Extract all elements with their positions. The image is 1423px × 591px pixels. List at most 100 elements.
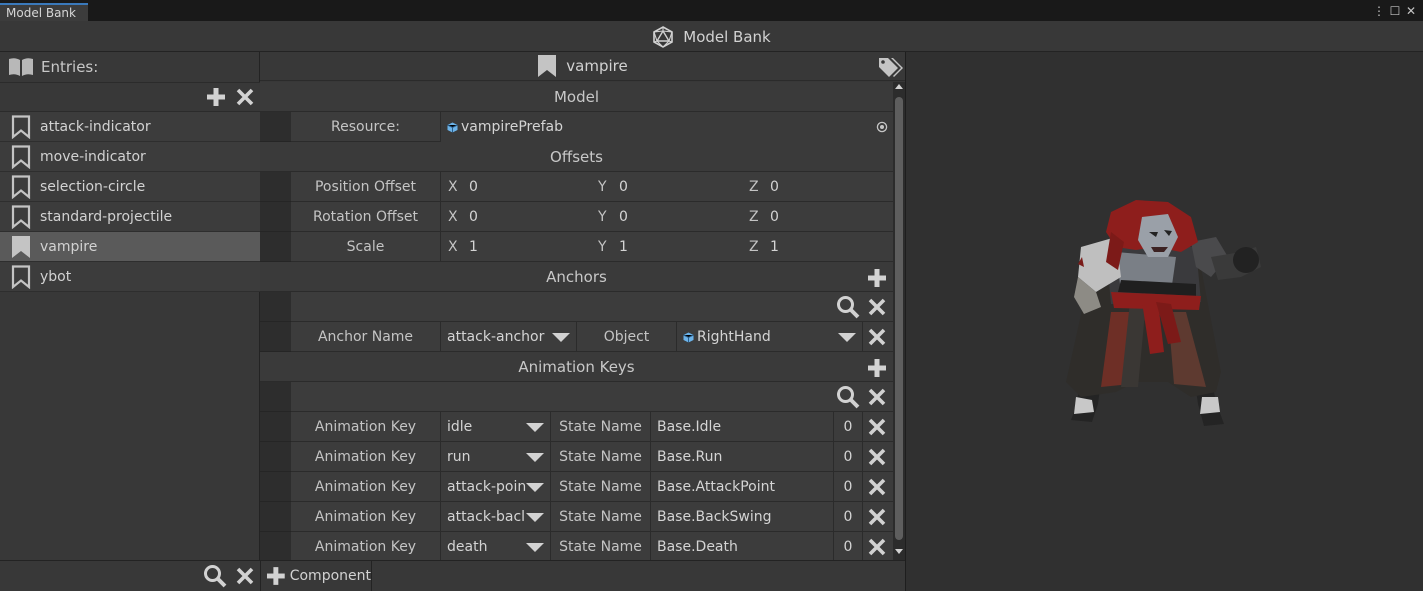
chevron-down-icon: [526, 543, 544, 552]
entry-label: attack-indicator: [40, 118, 151, 135]
axis-z-field[interactable]: 0: [770, 202, 880, 232]
entry-item[interactable]: ybot: [0, 262, 260, 292]
offset-row: Scale X 1 Y 1 Z 1: [291, 232, 893, 262]
search-entries-button[interactable]: [202, 564, 228, 588]
resource-row: Resource: vampirePrefab: [291, 112, 893, 142]
object-label: Object: [577, 322, 677, 352]
add-component-button[interactable]: Component: [262, 561, 372, 591]
animation-key-value: idle: [447, 419, 473, 435]
axis-y-field[interactable]: 1: [619, 232, 729, 262]
plus-icon: [266, 567, 285, 585]
remove-animation-key-button[interactable]: [866, 506, 888, 528]
title-text: Model Bank: [683, 27, 771, 46]
remove-animation-key-button[interactable]: [866, 416, 888, 438]
clear-anchors-button[interactable]: [866, 296, 888, 318]
axis-y-field[interactable]: 0: [619, 172, 729, 202]
window-tab[interactable]: Model Bank: [0, 3, 88, 21]
axis-x-field[interactable]: 1: [469, 232, 579, 262]
entry-item[interactable]: selection-circle: [0, 172, 260, 202]
clear-search-button[interactable]: [233, 565, 257, 587]
axis-y-field[interactable]: 0: [619, 202, 729, 232]
remove-animation-key-button[interactable]: [866, 536, 888, 558]
anchor-object-dropdown[interactable]: RightHand: [677, 322, 863, 352]
row-gutter: [260, 412, 291, 442]
animation-key-label: Animation Key: [291, 442, 441, 472]
state-name-label: State Name: [551, 532, 651, 562]
entry-label: ybot: [40, 268, 72, 285]
search-icon: [204, 565, 227, 588]
state-name-field[interactable]: Base.Death: [651, 532, 834, 562]
entries-header: Entries:: [0, 52, 260, 81]
axis-z-field[interactable]: 0: [770, 172, 880, 202]
state-name-label: State Name: [551, 412, 651, 442]
d20-icon: [652, 25, 683, 48]
row-gutter: [260, 202, 291, 232]
scroll-up-arrow[interactable]: [895, 84, 903, 89]
layer-field[interactable]: 0: [834, 472, 863, 502]
row-gutter: [260, 292, 291, 322]
chevron-down-icon: [526, 423, 544, 432]
bookmark-icon: [11, 114, 40, 139]
entry-item[interactable]: move-indicator: [0, 142, 260, 172]
remove-animation-key-button[interactable]: [866, 476, 888, 498]
scroll-down-arrow[interactable]: [895, 549, 903, 554]
search-icon: [837, 296, 860, 319]
menu-icon[interactable]: ⋮: [1371, 3, 1387, 19]
x-icon: [868, 508, 886, 526]
layer-field[interactable]: 0: [834, 532, 863, 562]
x-icon: [868, 418, 886, 436]
state-name-field[interactable]: Base.Idle: [651, 412, 834, 442]
add-entry-button[interactable]: [204, 86, 228, 108]
x-icon: [868, 328, 886, 346]
remove-animation-key-button[interactable]: [866, 446, 888, 468]
axis-x-field[interactable]: 0: [469, 172, 579, 202]
anchors-section-header: Anchors: [260, 262, 893, 292]
entry-label: selection-circle: [40, 178, 146, 195]
row-gutter: [260, 382, 291, 412]
bottom-toolbar: [0, 560, 905, 591]
resource-field[interactable]: vampirePrefab: [441, 112, 893, 142]
window-title: Model Bank: [0, 21, 1423, 52]
clear-animation-keys-button[interactable]: [866, 386, 888, 408]
object-picker-icon[interactable]: [875, 120, 889, 134]
animation-key-row: Animation Key idle State Name Base.Idle 0: [291, 412, 893, 442]
x-icon: [868, 538, 886, 556]
search-animation-keys-button[interactable]: [835, 385, 861, 409]
bookmark-icon: [11, 174, 40, 199]
x-icon: [868, 298, 886, 316]
row-gutter: [260, 232, 291, 262]
state-name-field[interactable]: Base.Run: [651, 442, 834, 472]
state-name-field[interactable]: Base.BackSwing: [651, 502, 834, 532]
axis-x-field[interactable]: 0: [469, 202, 579, 232]
entry-label: vampire: [40, 238, 98, 255]
anchor-row: Anchor Name attack-anchor Object RightHa…: [291, 322, 893, 352]
chevron-down-icon: [526, 483, 544, 492]
scrollbar-thumb[interactable]: [895, 97, 903, 540]
offset-row: Position Offset X 0 Y 0 Z 0: [291, 172, 893, 202]
close-icon[interactable]: ✕: [1403, 3, 1419, 19]
resource-value: vampirePrefab: [461, 119, 563, 135]
offset-label: Rotation Offset: [291, 202, 441, 232]
entry-item[interactable]: vampire: [0, 232, 260, 262]
layer-field[interactable]: 0: [834, 502, 863, 532]
layer-field[interactable]: 0: [834, 442, 863, 472]
tags-button[interactable]: [876, 54, 904, 80]
remove-entry-button[interactable]: [233, 86, 257, 108]
layer-field[interactable]: 0: [834, 412, 863, 442]
plus-icon: [207, 88, 225, 106]
entry-item[interactable]: standard-projectile: [0, 202, 260, 232]
add-anchor-button[interactable]: [866, 267, 888, 289]
axis-z-field[interactable]: 1: [770, 232, 880, 262]
entry-title-text: vampire: [566, 57, 628, 75]
search-anchors-button[interactable]: [835, 295, 861, 319]
remove-anchor-button[interactable]: [866, 326, 888, 348]
state-name-field[interactable]: Base.AttackPoint: [651, 472, 834, 502]
maximize-icon[interactable]: ☐: [1387, 3, 1403, 19]
entry-item[interactable]: attack-indicator: [0, 112, 260, 142]
tab-strip: [0, 0, 1423, 21]
animation-key-value: attack-poin: [447, 479, 527, 495]
book-icon: [8, 57, 41, 77]
add-animation-key-button[interactable]: [866, 357, 888, 379]
state-name-label: State Name: [551, 502, 651, 532]
model-preview[interactable]: [905, 52, 1423, 591]
